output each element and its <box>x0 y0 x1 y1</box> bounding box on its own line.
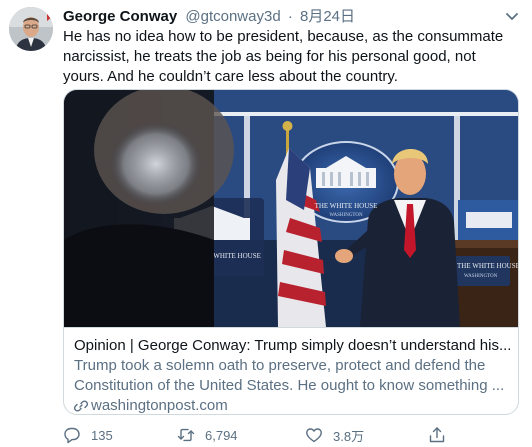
card-domain-text: washingtonpost.com <box>91 397 228 414</box>
tweet-header: George Conway @gtconway3d · 8月24日 <box>63 7 355 27</box>
retweet-count: 6,794 <box>205 427 238 443</box>
reply-count: 135 <box>91 427 113 443</box>
card-title[interactable]: Opinion | George Conway: Trump simply do… <box>74 336 510 356</box>
share-button[interactable] <box>428 425 456 445</box>
like-button[interactable]: 3.8万 <box>305 425 364 445</box>
separator-dot: · <box>287 8 293 25</box>
tweet[interactable]: George Conway @gtconway3d · 8月24日 He has… <box>0 0 532 447</box>
tweet-actions: 135 6,794 3.8万 <box>63 425 523 445</box>
reply-button[interactable]: 135 <box>63 425 113 445</box>
image-podium-text: THE WHITE HOUSE <box>457 262 519 270</box>
avatar[interactable] <box>9 7 53 51</box>
tweet-date[interactable]: 8月24日 <box>300 8 355 25</box>
card-body[interactable]: Opinion | George Conway: Trump simply do… <box>64 327 518 414</box>
link-card[interactable]: THE WHITE HOUSE THE WHITE HOUSE WASHINGT… <box>63 89 519 415</box>
author-handle[interactable]: @gtconway3d <box>185 8 280 25</box>
card-image[interactable]: THE WHITE HOUSE THE WHITE HOUSE WASHINGT… <box>64 90 519 327</box>
author-name[interactable]: George Conway <box>63 8 177 25</box>
heart-icon <box>306 428 322 443</box>
share-icon <box>429 427 445 443</box>
retweet-button[interactable]: 6,794 <box>177 425 238 445</box>
image-seal-subtext: WASHINGTON <box>329 213 363 218</box>
retweet-icon <box>177 428 195 442</box>
image-seal-text: THE WHITE HOUSE <box>315 202 378 210</box>
card-description-line-1: Trump took a solemn oath to preserve, pr… <box>74 357 486 374</box>
tweet-text: He has no idea how to be president, beca… <box>63 28 504 85</box>
link-icon <box>74 400 88 412</box>
reply-icon <box>64 427 80 444</box>
like-count: 3.8万 <box>333 428 365 444</box>
card-description-line-2: Constitution of the United States. He ou… <box>74 377 505 394</box>
card-domain[interactable]: washingtonpost.com <box>74 396 510 414</box>
chevron-down-icon[interactable] <box>505 12 519 22</box>
image-podium-subtext: WASHINGTON <box>464 274 498 279</box>
